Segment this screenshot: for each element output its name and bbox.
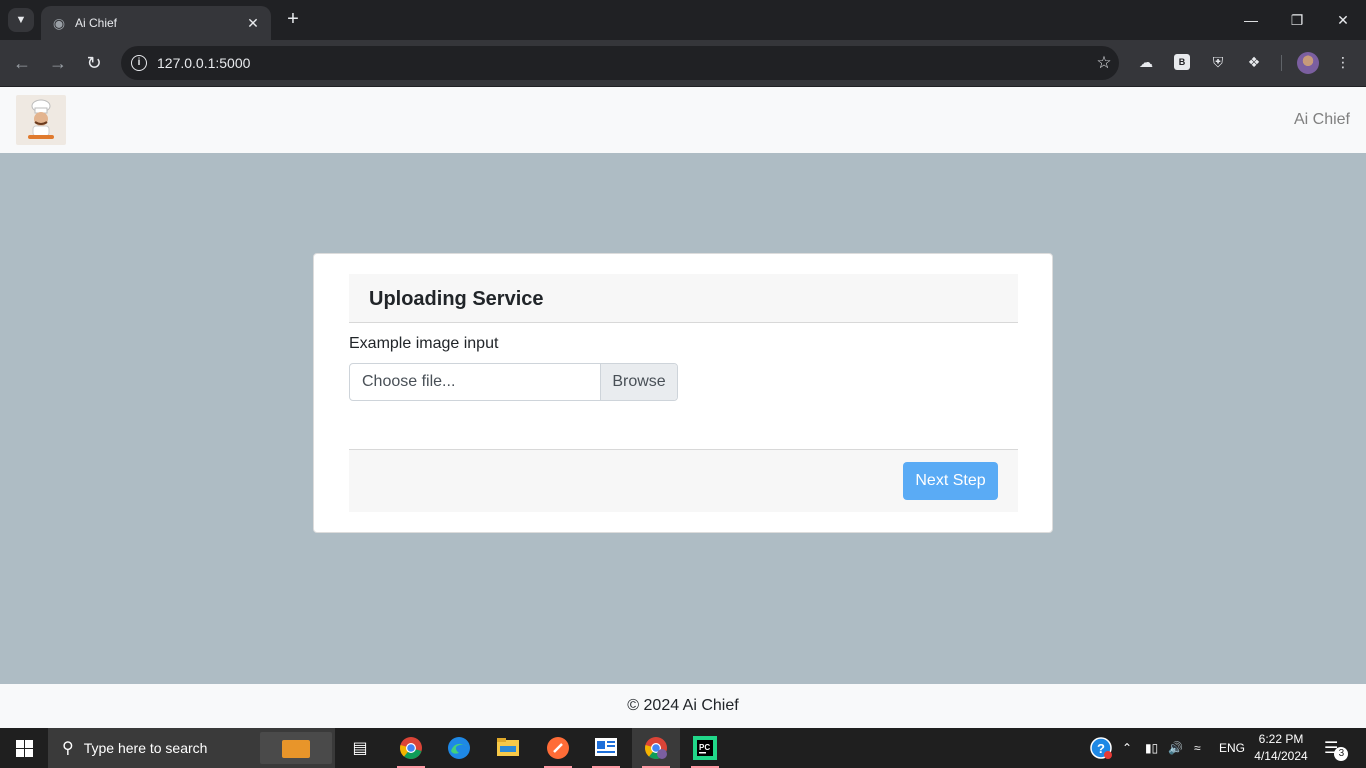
- chrome-icon: [400, 737, 422, 759]
- windows-logo-icon: [15, 739, 33, 757]
- svg-text:PC: PC: [699, 743, 710, 752]
- search-icon: ⚲: [62, 740, 74, 757]
- new-tab-button[interactable]: +: [282, 8, 304, 32]
- pycharm-icon: PC: [693, 736, 717, 760]
- url-text[interactable]: 127.0.0.1:5000: [157, 55, 1089, 71]
- search-highlight-briefcase-icon[interactable]: [260, 732, 332, 764]
- volume-icon[interactable]: 🔊: [1168, 728, 1183, 768]
- chrome-profile-taskbar-app[interactable]: [632, 728, 680, 768]
- clock-date: 4/14/2024: [1254, 749, 1308, 763]
- chef-logo-icon[interactable]: [16, 95, 66, 145]
- help-question-icon[interactable]: ?: [1087, 734, 1115, 762]
- page-body: Ai Chief Uploading Service Example image…: [0, 87, 1366, 728]
- taskbar-search-box[interactable]: ⚲ Type here to search: [48, 728, 335, 768]
- card-footer: Next Step: [349, 449, 1018, 512]
- battery-icon[interactable]: ▮▯: [1145, 728, 1158, 768]
- site-info-icon[interactable]: i: [131, 55, 147, 71]
- svg-text:?: ?: [1097, 741, 1105, 756]
- tab-close-icon[interactable]: ✕: [245, 15, 261, 32]
- clock-time: 6:22 PM: [1258, 732, 1304, 746]
- profile-avatar[interactable]: [1297, 52, 1319, 74]
- browser-tab-bar: ▼ ◉ Ai Chief ✕ + — ❐ ✕: [0, 0, 1366, 40]
- image-file-input[interactable]: Choose file... Browse: [349, 363, 678, 401]
- extension-cloud-icon[interactable]: ☁: [1136, 52, 1156, 72]
- address-bar[interactable]: i 127.0.0.1:5000 ☆: [121, 46, 1119, 80]
- globe-icon: ◉: [52, 15, 66, 31]
- start-button[interactable]: [0, 728, 48, 768]
- file-explorer-taskbar-app[interactable]: [484, 728, 532, 768]
- pycharm-taskbar-app[interactable]: PC: [681, 728, 729, 768]
- site-footer: © 2024 Ai Chief: [0, 684, 1366, 728]
- tab-title: Ai Chief: [75, 16, 118, 30]
- toolbar-divider: [1281, 55, 1282, 71]
- postman-icon: [547, 737, 569, 759]
- extensions-puzzle-icon[interactable]: ❖: [1244, 52, 1264, 72]
- search-placeholder[interactable]: Type here to search: [84, 740, 208, 756]
- chrome-profile-icon: [645, 737, 667, 759]
- browse-button[interactable]: Browse: [600, 364, 677, 400]
- extension-shield-icon[interactable]: ⛨: [1208, 52, 1228, 72]
- show-hidden-icons-chevron-icon[interactable]: ⌃: [1122, 728, 1132, 768]
- reload-icon[interactable]: ↻: [82, 51, 106, 75]
- news-taskbar-app[interactable]: [582, 728, 630, 768]
- task-view-icon[interactable]: ▤: [346, 734, 374, 762]
- windows-taskbar: ⚲ Type here to search ▤ PC ? ⌃ ▮▯ 🔊 ≈ EN…: [0, 728, 1366, 768]
- card-header: Uploading Service: [349, 274, 1018, 323]
- notification-count-badge: 3: [1334, 747, 1349, 761]
- extension-b-icon[interactable]: B: [1174, 54, 1190, 70]
- bookmark-star-icon[interactable]: ☆: [1089, 53, 1119, 73]
- back-arrow-icon[interactable]: ←: [10, 51, 34, 75]
- browser-menu-icon[interactable]: ⋮: [1333, 52, 1353, 72]
- browser-tab[interactable]: ◉ Ai Chief ✕: [41, 6, 271, 40]
- upload-card: Uploading Service Example image input Ch…: [313, 253, 1053, 533]
- card-title: Uploading Service: [369, 288, 544, 310]
- chrome-taskbar-app[interactable]: [387, 728, 435, 768]
- edge-icon: [448, 737, 470, 759]
- edge-taskbar-app[interactable]: [435, 728, 483, 768]
- folder-icon: [497, 738, 519, 756]
- browser-toolbar: ← → ↻ i 127.0.0.1:5000 ☆ ☁ B ⛨ ❖ ⋮: [0, 40, 1366, 86]
- navbar-brand-link[interactable]: Ai Chief: [1294, 111, 1350, 129]
- postman-taskbar-app[interactable]: [534, 728, 582, 768]
- notifications-icon[interactable]: ☰ 3: [1324, 728, 1349, 768]
- next-step-button[interactable]: Next Step: [903, 462, 998, 500]
- tab-search-dropdown-icon[interactable]: ▼: [8, 8, 34, 32]
- language-indicator[interactable]: ENG: [1219, 728, 1245, 768]
- wifi-icon[interactable]: ≈: [1194, 728, 1201, 768]
- site-navbar: Ai Chief: [0, 87, 1366, 153]
- restore-icon[interactable]: ❐: [1274, 0, 1320, 40]
- window-close-icon[interactable]: ✕: [1320, 0, 1366, 40]
- forward-arrow-icon[interactable]: →: [46, 51, 70, 75]
- taskbar-clock[interactable]: 6:22 PM 4/14/2024: [1246, 731, 1316, 765]
- minimize-icon[interactable]: —: [1228, 0, 1274, 40]
- image-input-label: Example image input: [349, 335, 499, 352]
- news-icon: [595, 738, 617, 756]
- file-input-placeholder[interactable]: Choose file...: [362, 373, 455, 391]
